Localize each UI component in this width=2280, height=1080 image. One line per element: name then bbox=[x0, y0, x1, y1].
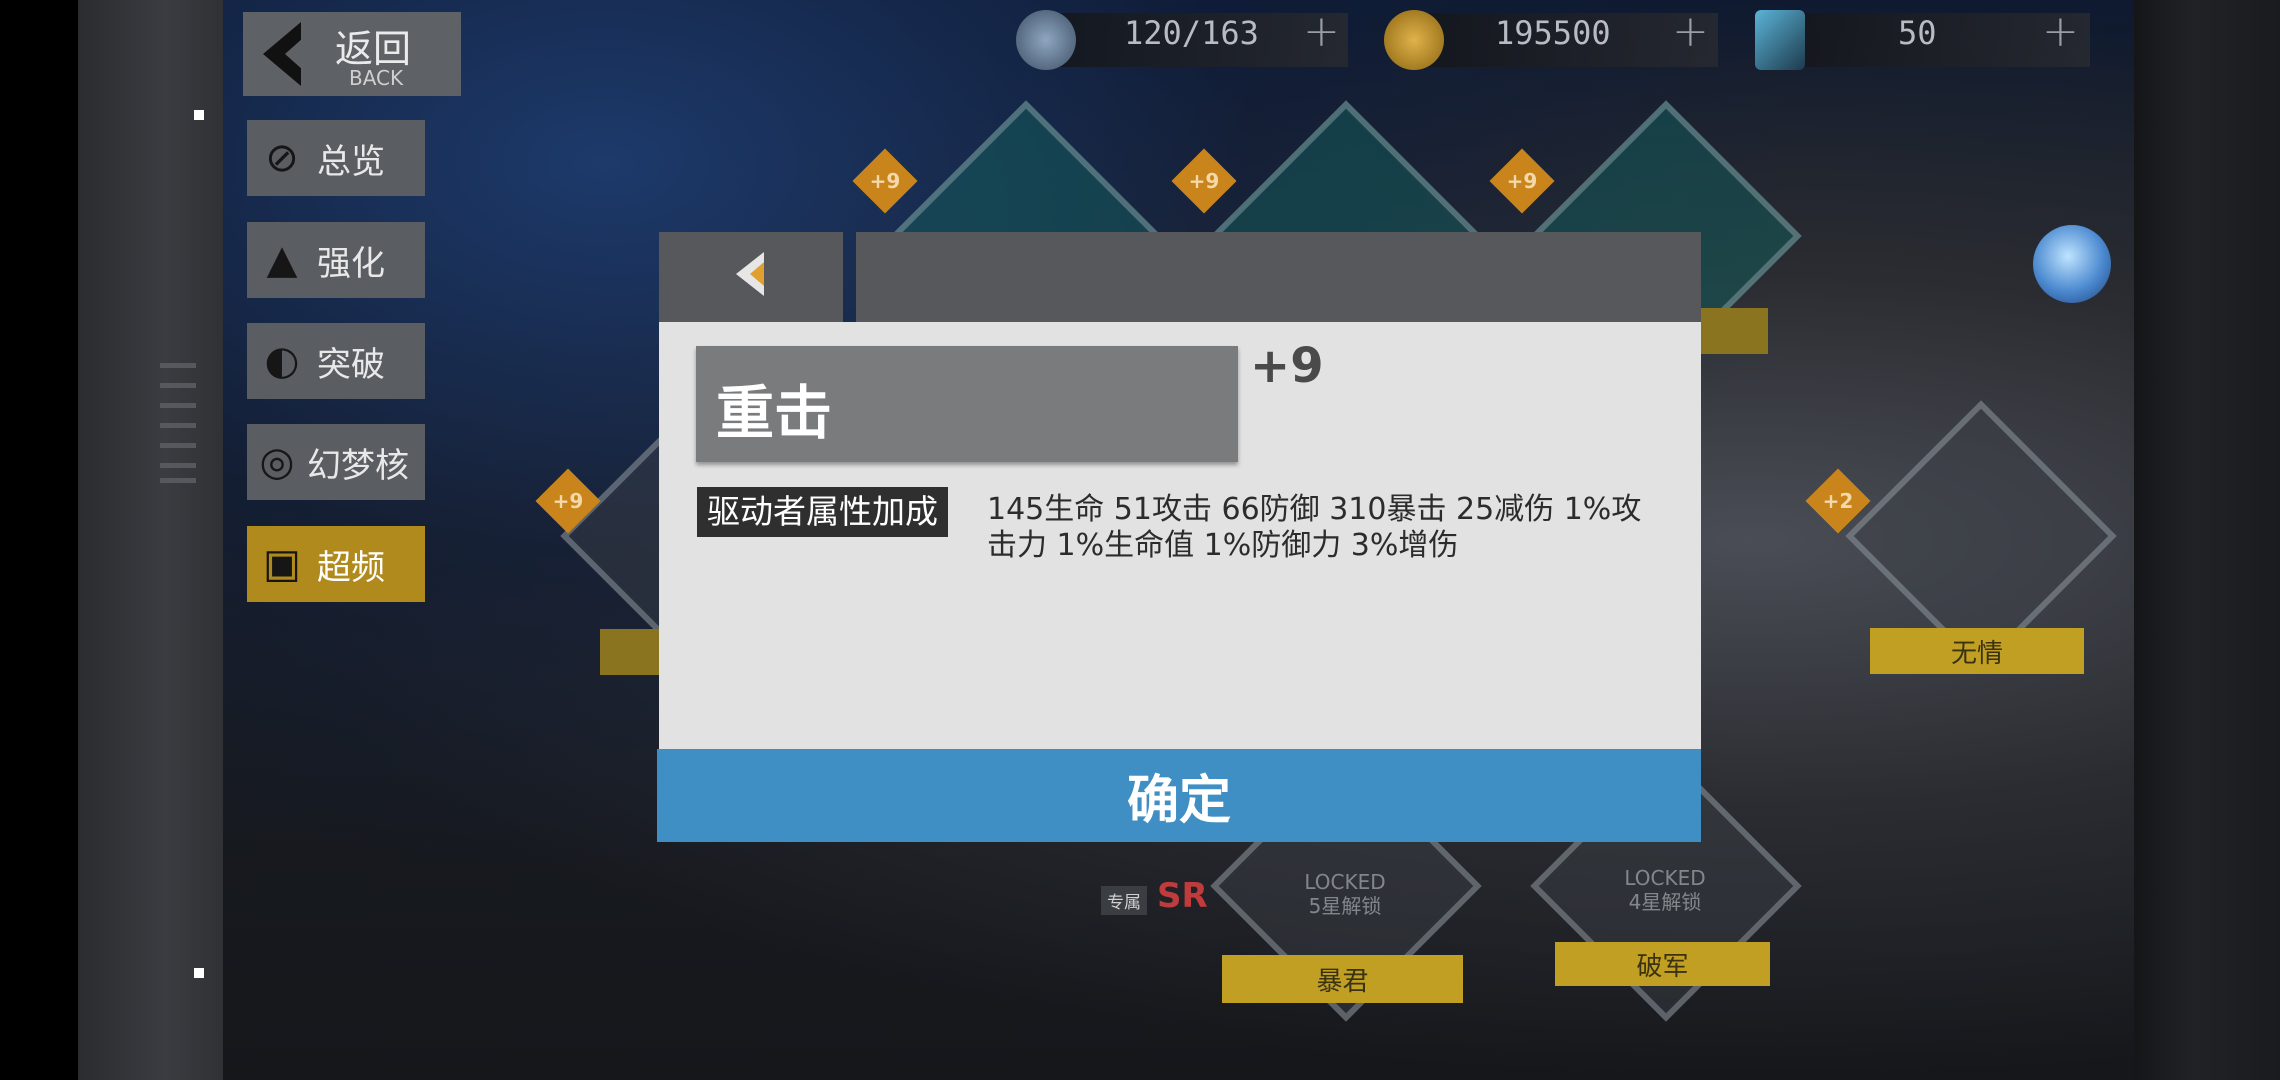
locked-indicator: LOCKED 5星解锁 bbox=[1304, 870, 1386, 918]
right-bezel bbox=[2134, 0, 2280, 1080]
level-badge: +9 bbox=[1489, 148, 1555, 214]
menu-overview[interactable]: ⊘ 总览 bbox=[247, 120, 425, 196]
confirm-button[interactable]: 确定 bbox=[657, 749, 1701, 842]
device-ticket-icon bbox=[1755, 10, 1805, 70]
ticket-value: 50 bbox=[1898, 14, 1937, 52]
node-name-wuqing: 无情 bbox=[1870, 628, 2084, 674]
game-screen: +9 +9 +9 +9 +2 无情 LOCKED 5星解锁 LOCKED 4星解锁 … bbox=[0, 0, 2280, 1080]
selection-handle bbox=[194, 110, 204, 120]
rarity-tag: SR bbox=[1157, 876, 1208, 916]
drag-handle bbox=[160, 363, 196, 368]
energy-value: 120/163 bbox=[1124, 14, 1259, 52]
coin-value: 195500 bbox=[1495, 14, 1611, 52]
energy-add-button[interactable]: + bbox=[1303, 6, 1340, 57]
enhance-icon: ▲ bbox=[266, 237, 298, 283]
bonus-label: 驱动者属性加成 bbox=[697, 487, 948, 537]
menu-enhance[interactable]: ▲ 强化 bbox=[247, 222, 425, 298]
back-sublabel: BACK bbox=[349, 66, 404, 90]
skill-title: 重击 bbox=[716, 379, 833, 447]
bonus-stats: 145生命 51攻击 66防御 310暴击 25减伤 1%攻击力 1%生命值 1… bbox=[987, 492, 1642, 563]
dialog-header-right bbox=[856, 232, 1701, 322]
locked-indicator: LOCKED 4星解锁 bbox=[1624, 866, 1706, 914]
breakthrough-icon: ◐ bbox=[264, 338, 300, 384]
menu-overclock[interactable]: ▣ 超频 bbox=[247, 526, 425, 602]
node-name-baojun: 暴君 bbox=[1222, 955, 1463, 1003]
level-badge: +9 bbox=[1171, 148, 1237, 214]
level-badge: +2 bbox=[1805, 468, 1871, 534]
node-name-pojun: 破军 bbox=[1555, 942, 1770, 986]
left-side-panel bbox=[78, 0, 223, 1080]
selection-handle bbox=[194, 968, 204, 978]
level-badge: +9 bbox=[535, 468, 601, 534]
dream-core-icon: ◎ bbox=[259, 439, 295, 485]
back-button[interactable]: 返回 BACK bbox=[243, 12, 461, 96]
overclock-icon: ▣ bbox=[263, 541, 301, 587]
skill-level: +9 bbox=[1250, 338, 1324, 394]
coin-add-button[interactable]: + bbox=[1672, 6, 1709, 57]
left-bezel bbox=[0, 0, 78, 1080]
menu-dream-core[interactable]: ◎ 幻梦核 bbox=[247, 424, 425, 500]
coin-icon bbox=[1384, 10, 1444, 70]
back-label: 返回 bbox=[335, 27, 412, 71]
energy-icon bbox=[1016, 10, 1076, 70]
ticket-add-button[interactable]: + bbox=[2042, 6, 2079, 57]
level-badge: +9 bbox=[852, 148, 918, 214]
exclusive-tag: 专属 bbox=[1101, 886, 1147, 915]
menu-breakthrough[interactable]: ◐ 突破 bbox=[247, 323, 425, 399]
character-avatar[interactable] bbox=[2033, 225, 2111, 303]
dialog-back-icon[interactable] bbox=[736, 252, 772, 296]
overview-icon: ⊘ bbox=[265, 135, 299, 181]
